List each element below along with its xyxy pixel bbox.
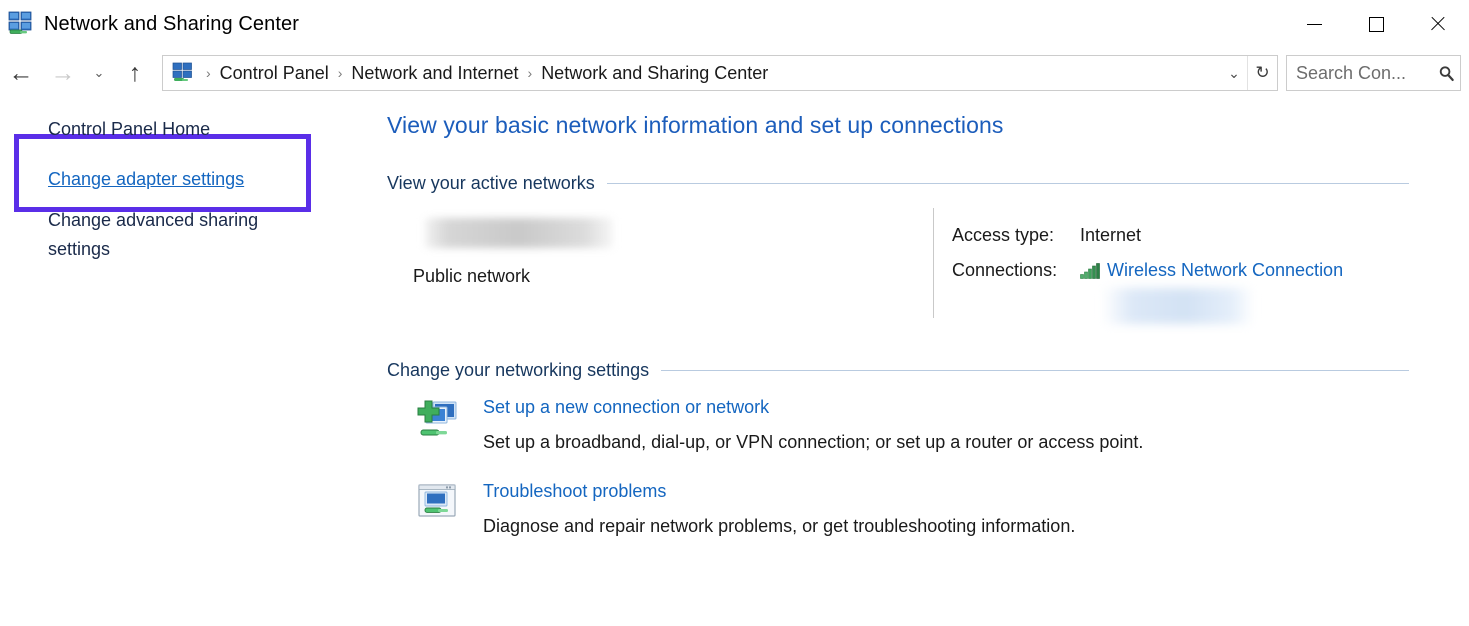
title-bar: Network and Sharing Center <box>0 0 1469 48</box>
back-button[interactable]: ← <box>0 52 42 94</box>
page-title: View your basic network information and … <box>387 112 1004 138</box>
troubleshoot-icon <box>415 481 461 537</box>
address-network-icon <box>172 62 194 84</box>
back-arrow-icon: ← <box>8 58 34 87</box>
search-box[interactable]: Search Con... <box>1286 55 1461 91</box>
wifi-signal-bars-icon <box>1080 262 1100 279</box>
refresh-icon: ↻ <box>1255 63 1270 82</box>
breadcrumb-item-control-panel[interactable]: Control Panel <box>216 61 333 86</box>
breadcrumb-separator: › <box>337 65 343 81</box>
section-divider <box>661 370 1409 371</box>
window-controls <box>1283 0 1469 48</box>
breadcrumb-separator: › <box>206 65 211 81</box>
active-network-identity: Public network <box>413 208 933 324</box>
main-panel: View your basic network information and … <box>387 98 1469 626</box>
address-dropdown-button[interactable]: ⌄ <box>1221 56 1247 90</box>
sidebar-item-change-advanced-sharing-settings[interactable]: Change advanced sharing settings <box>48 206 303 264</box>
close-button[interactable] <box>1407 0 1469 48</box>
chevron-down-icon: ⌄ <box>93 65 105 80</box>
breadcrumb-item-network-and-internet[interactable]: Network and Internet <box>347 61 522 86</box>
set-up-new-connection-link[interactable]: Set up a new connection or network <box>483 397 769 418</box>
sidebar-item-change-adapter-settings[interactable]: Change adapter settings <box>48 162 303 196</box>
troubleshoot-problems-link[interactable]: Troubleshoot problems <box>483 481 666 502</box>
forward-button[interactable]: → <box>42 52 84 94</box>
up-arrow-icon: ↑ <box>128 58 142 87</box>
section-header-label: Change your networking settings <box>387 360 650 380</box>
forward-arrow-icon: → <box>50 58 76 87</box>
section-header-active-networks: View your active networks <box>387 173 1409 194</box>
wireless-network-connection-link[interactable]: Wireless Network Connection <box>1107 260 1343 281</box>
search-input[interactable]: Search Con... <box>1287 63 1432 84</box>
up-button[interactable]: ↑ <box>114 52 156 94</box>
detail-row-connections: Connections: Wireless Network Connection <box>952 253 1409 288</box>
content-area: Control Panel Home Change adapter settin… <box>0 98 1469 626</box>
section-header-networking-settings: Change your networking settings <box>387 360 1409 381</box>
troubleshoot-problems-description: Diagnose and repair network problems, or… <box>483 516 1076 536</box>
task-body: Troubleshoot problems Diagnose and repai… <box>461 481 1075 537</box>
recent-locations-button[interactable]: ⌄ <box>84 52 114 94</box>
redacted-connection-detail <box>1102 288 1254 324</box>
navigation-bar: ← → ⌄ ↑ › Control Panel › Network and In… <box>0 48 1469 98</box>
active-network-row: Public network Access type: Internet Con… <box>387 208 1409 324</box>
detail-row-access-type: Access type: Internet <box>952 218 1409 253</box>
task-set-up-new-connection[interactable]: Set up a new connection or network Set u… <box>387 397 1409 453</box>
task-troubleshoot-problems[interactable]: Troubleshoot problems Diagnose and repai… <box>387 481 1409 537</box>
access-type-value: Internet <box>1080 225 1142 245</box>
breadcrumb: › Control Panel › Network and Internet ›… <box>201 61 1221 86</box>
redacted-network-name <box>425 218 613 248</box>
active-network-details: Access type: Internet Connections: Wirel… <box>934 208 1409 324</box>
new-connection-icon <box>415 397 461 453</box>
address-bar[interactable]: › Control Panel › Network and Internet ›… <box>162 55 1278 91</box>
networking-settings-section: Change your networking settings Set up a… <box>387 360 1409 537</box>
connections-label: Connections: <box>952 260 1058 280</box>
task-body: Set up a new connection or network Set u… <box>461 397 1143 453</box>
breadcrumb-item-network-and-sharing-center[interactable]: Network and Sharing Center <box>537 61 772 86</box>
sidebar-item-control-panel-home[interactable]: Control Panel Home <box>48 112 303 146</box>
maximize-button[interactable] <box>1345 0 1407 48</box>
network-sharing-icon <box>8 11 34 37</box>
section-divider <box>606 183 1409 184</box>
sidebar: Control Panel Home Change adapter settin… <box>0 98 387 626</box>
minimize-button[interactable] <box>1283 0 1345 48</box>
set-up-new-connection-description: Set up a broadband, dial-up, or VPN conn… <box>483 432 1144 452</box>
chevron-down-icon: ⌄ <box>1228 64 1240 81</box>
access-type-label: Access type: <box>952 225 1055 245</box>
refresh-button[interactable]: ↻ <box>1247 56 1277 90</box>
breadcrumb-separator: › <box>527 65 533 81</box>
search-icon[interactable] <box>1432 65 1460 82</box>
window-title: Network and Sharing Center <box>44 12 299 35</box>
network-type-label: Public network <box>413 266 531 286</box>
section-header-label: View your active networks <box>387 173 595 193</box>
